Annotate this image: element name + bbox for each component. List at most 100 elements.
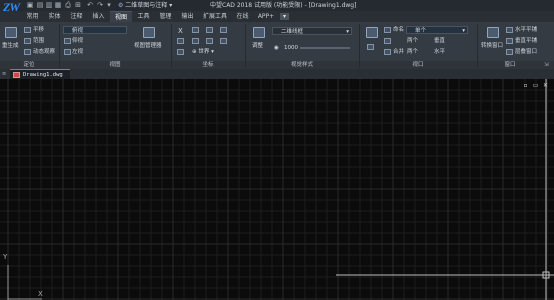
- undo-icon[interactable]: ↶: [86, 1, 94, 9]
- viewport-clip-icon[interactable]: [367, 44, 374, 50]
- chevron-down-icon: ▾: [167, 2, 173, 9]
- group-label-viewport: 视口: [412, 62, 424, 68]
- window-title: 中望CAD 2018 试用版 (功能受限) - [Drawing1.dwg]: [210, 2, 357, 9]
- extents-icon: [24, 38, 31, 44]
- tab-annotate[interactable]: 注释: [66, 11, 87, 22]
- two-viewports-label[interactable]: 两个: [407, 37, 418, 45]
- ucs-previous-icon[interactable]: [220, 38, 227, 44]
- workspace-select[interactable]: ⚙ 二维草图与注释 ▾: [118, 1, 200, 10]
- group-label-coords: 坐标: [202, 62, 214, 68]
- chevron-down-icon: ▾: [346, 29, 349, 35]
- visual-style-adjust[interactable]: 调整: [252, 42, 263, 50]
- grid: [0, 79, 554, 300]
- regen-icon[interactable]: [5, 27, 17, 38]
- tab-insert[interactable]: 插入: [88, 11, 109, 22]
- tab-solid[interactable]: 实体: [44, 11, 65, 22]
- plot-preview-icon[interactable]: ⊞: [74, 1, 82, 9]
- group-label-locate: 定位: [23, 62, 35, 68]
- tab-output[interactable]: 输出: [177, 11, 198, 22]
- horizontal-option[interactable]: 水平: [434, 48, 445, 56]
- tile-vertical-icon: [506, 38, 513, 44]
- chevron-down-icon: ▾: [462, 28, 465, 34]
- minimize-drawing-icon[interactable]: ▫: [522, 82, 529, 89]
- orbit-icon: [24, 49, 31, 55]
- ucs-x-label: X: [38, 290, 43, 298]
- tile-horizontal-icon: [506, 27, 513, 33]
- viewport-config-icon[interactable]: [366, 27, 378, 38]
- vertical-option[interactable]: 垂直: [434, 37, 445, 45]
- cascade-icon: [506, 49, 513, 55]
- resolution-icon: ◉: [274, 45, 279, 51]
- named-viewport-button[interactable]: 命名: [393, 26, 404, 34]
- visual-style-icon[interactable]: [253, 27, 265, 38]
- ribbon-toggle-icon[interactable]: ▾: [280, 13, 289, 20]
- view-bottom-item[interactable]: 仰视: [72, 37, 83, 45]
- tab-app-plus[interactable]: APP+: [255, 11, 277, 22]
- named-viewport-icon: [384, 27, 391, 33]
- panel-expand-icon[interactable]: ⇲: [544, 61, 549, 69]
- tab-online[interactable]: 在线: [232, 11, 253, 22]
- tab-home[interactable]: 常用: [22, 11, 43, 22]
- tile-horizontal-button[interactable]: 水平平铺: [515, 26, 537, 34]
- two-viewports-label-2[interactable]: 两个: [407, 48, 418, 56]
- save-as-icon[interactable]: ▦: [54, 1, 62, 9]
- bottom-view-icon: [64, 38, 71, 44]
- document-tab-label: Drawing1.dwg: [23, 72, 63, 78]
- switch-window-icon[interactable]: [487, 27, 499, 38]
- extents-button[interactable]: 范围: [33, 37, 44, 45]
- join-viewport-icon: [384, 49, 391, 55]
- document-tab-bar: ≡ Drawing1.dwg: [0, 69, 554, 79]
- document-tab[interactable]: Drawing1.dwg: [10, 69, 70, 79]
- ucs-y-label: Y: [3, 253, 8, 261]
- title-bar: ZW ▣ ▤ ▥ ▦ ⎙ ⊞ ↶ ↷ ▾ ⚙ 二维草图与注释 ▾ 中望CAD 2…: [0, 0, 554, 14]
- orbit-button[interactable]: 动态观察: [33, 48, 55, 56]
- ucs-object-icon[interactable]: [206, 38, 213, 44]
- view-manager-button[interactable]: 视图管理器: [134, 42, 162, 50]
- dwg-file-icon: [13, 72, 20, 78]
- switch-window-button[interactable]: 转换窗口: [481, 42, 503, 50]
- view-left-item[interactable]: 左视: [72, 48, 83, 56]
- ucs-icon: [7, 265, 42, 300]
- pan-icon: [24, 27, 31, 33]
- ucs-x-label[interactable]: X: [178, 27, 183, 35]
- view-manager-icon[interactable]: [143, 27, 155, 38]
- redo-icon[interactable]: ↷: [96, 1, 104, 9]
- group-label-window: 窗口: [504, 62, 516, 68]
- menu-icon[interactable]: ≡: [2, 71, 8, 77]
- viewport-single-select[interactable]: 单个 ▾: [406, 26, 468, 34]
- ucs-z-icon[interactable]: [192, 27, 199, 33]
- resolution-slider[interactable]: [300, 47, 350, 49]
- ucs-3point-icon[interactable]: [206, 27, 213, 33]
- quick-access-dropdown-icon[interactable]: ▾: [105, 1, 113, 9]
- resolution-value[interactable]: 1000: [284, 44, 298, 52]
- tab-manage[interactable]: 管理: [155, 11, 176, 22]
- join-viewport-button[interactable]: 合并: [393, 48, 404, 56]
- save-icon[interactable]: ▥: [45, 1, 53, 9]
- ucs-origin-icon[interactable]: [177, 49, 184, 55]
- ucs-view-icon[interactable]: [220, 27, 227, 33]
- open-file-icon[interactable]: ▤: [36, 1, 44, 9]
- pan-button[interactable]: 平移: [33, 26, 44, 34]
- visual-style-select[interactable]: 二维线框 ▾: [272, 27, 352, 35]
- new-file-icon[interactable]: ▣: [26, 1, 34, 9]
- group-label-views: 视图: [109, 62, 121, 68]
- workspace-label: 二维草图与注释: [125, 2, 168, 9]
- left-view-icon: [64, 49, 71, 55]
- cascade-button[interactable]: 层叠窗口: [515, 48, 537, 56]
- view-top-item[interactable]: 俯视: [63, 26, 127, 34]
- regen-button-label[interactable]: 重生成: [2, 42, 19, 50]
- ucs-world-select[interactable]: ⊕ 世界 ▾: [192, 48, 214, 56]
- tile-vertical-button[interactable]: 垂直平铺: [515, 37, 537, 45]
- tab-view[interactable]: 视图: [110, 11, 132, 22]
- tab-extensions[interactable]: 扩展工具: [200, 11, 230, 22]
- ucs-icon[interactable]: [177, 38, 184, 44]
- tab-tools[interactable]: 工具: [133, 11, 154, 22]
- close-drawing-icon[interactable]: ✕: [542, 82, 549, 89]
- group-label-visual: 视觉样式: [290, 62, 313, 68]
- ribbon-tab-bar: 常用 实体 注释 插入 视图 工具 管理 输出 扩展工具 在线 APP+ ▾: [0, 11, 554, 22]
- chevron-down-icon: ▾: [209, 49, 214, 55]
- print-icon[interactable]: ⎙: [64, 1, 72, 9]
- drawing-canvas[interactable]: Y X: [0, 79, 554, 300]
- ucs-face-icon[interactable]: [192, 38, 199, 44]
- restore-drawing-icon[interactable]: ▭: [532, 82, 539, 89]
